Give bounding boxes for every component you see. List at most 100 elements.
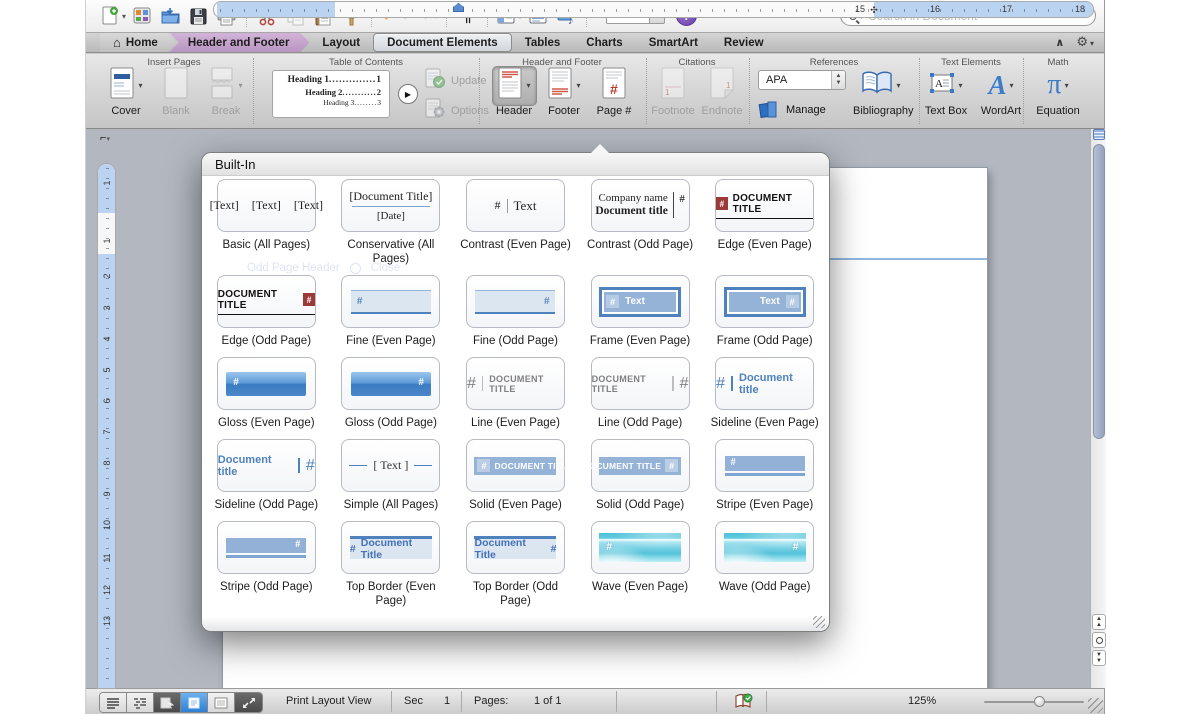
style-preview[interactable]: [ Text ] bbox=[341, 439, 440, 492]
dropdown-arrow-icon[interactable]: ▾ bbox=[1010, 81, 1014, 90]
gallery-item-line-odd-page-[interactable]: DOCUMENT TITLE#Line (Odd Page) bbox=[578, 357, 703, 439]
vertical-scrollbar[interactable]: ▲▲ ▼▼ bbox=[1090, 129, 1106, 688]
gallery-item-contrast-even-page-[interactable]: #TextContrast (Even Page) bbox=[453, 179, 578, 275]
gallery-item-wave-even-page-[interactable]: #Wave (Even Page) bbox=[578, 521, 703, 621]
style-preview[interactable]: #Text bbox=[466, 179, 565, 232]
gallery-item-fine-even-page-[interactable]: #Fine (Even Page) bbox=[329, 275, 454, 357]
style-preview[interactable]: #DOCUMENT TITLE bbox=[466, 357, 565, 410]
ribbon-break-button[interactable]: ▾Break bbox=[198, 66, 254, 117]
publishing-layout-view-button[interactable] bbox=[154, 693, 181, 712]
gallery-item-simple-all-pages-[interactable]: [ Text ]Simple (All Pages) bbox=[329, 439, 454, 521]
toc-style-preview[interactable]: Heading 1..............1Heading 2.......… bbox=[272, 70, 390, 118]
ribbon-page-number-button[interactable]: #Page # bbox=[586, 66, 642, 117]
tab-review[interactable]: Review bbox=[711, 33, 777, 52]
style-preview[interactable]: Company nameDocument title# bbox=[591, 179, 690, 232]
toc-gallery-expand-button[interactable]: ▶ bbox=[398, 84, 418, 104]
style-preview[interactable]: # bbox=[715, 439, 814, 492]
gallery-item-stripe-odd-page-[interactable]: #Stripe (Odd Page) bbox=[204, 521, 329, 621]
ribbon-text-box-button[interactable]: A▾Text Box bbox=[918, 66, 974, 117]
toc-update-button[interactable]: Update bbox=[424, 68, 486, 93]
gallery-item-edge-even-page-[interactable]: #DOCUMENT TITLEEdge (Even Page) bbox=[702, 179, 827, 275]
dropdown-arrow-icon[interactable]: ▾ bbox=[238, 81, 242, 90]
style-preview[interactable]: #Text bbox=[591, 275, 690, 328]
tab-header-and-footer[interactable]: Header and Footer bbox=[170, 33, 310, 52]
stepper-icons[interactable]: ▲▼ bbox=[831, 71, 845, 89]
style-preview[interactable]: #Document title bbox=[715, 357, 814, 410]
spelling-status-icon[interactable] bbox=[734, 693, 753, 713]
tab-document-elements[interactable]: Document Elements bbox=[373, 33, 512, 52]
split-window-handle[interactable] bbox=[1093, 129, 1105, 140]
style-preview[interactable]: DOCUMENT TITLE# bbox=[217, 275, 316, 328]
style-preview[interactable]: [Document Title][Date] bbox=[341, 179, 440, 232]
gallery-item-conservative-all-pages-[interactable]: [Document Title][Date]Conservative (All … bbox=[329, 179, 454, 275]
gallery-item-wave-odd-page-[interactable]: #Wave (Odd Page) bbox=[702, 521, 827, 621]
style-preview[interactable]: [Text][Text][Text] bbox=[217, 179, 316, 232]
tab-tables[interactable]: Tables bbox=[512, 33, 574, 52]
tab-charts[interactable]: Charts bbox=[573, 33, 635, 52]
style-preview[interactable]: # bbox=[217, 357, 316, 410]
outline-view-button[interactable] bbox=[127, 693, 154, 712]
gallery-item-gloss-even-page-[interactable]: #Gloss (Even Page) bbox=[204, 357, 329, 439]
style-preview[interactable]: DOCUMENT TITLE# bbox=[591, 439, 690, 492]
horizontal-ruler[interactable]: 15161718✣ bbox=[213, 1, 1094, 18]
gallery-item-sideline-even-page-[interactable]: #Document titleSideline (Even Page) bbox=[702, 357, 827, 439]
vertical-ruler[interactable]: 112345678910111213 bbox=[97, 163, 116, 689]
select-browse-object-button[interactable] bbox=[1092, 632, 1106, 648]
gallery-item-edge-odd-page-[interactable]: DOCUMENT TITLE#Edge (Odd Page) bbox=[204, 275, 329, 357]
gallery-item-frame-odd-page-[interactable]: Text#Frame (Odd Page) bbox=[702, 275, 827, 357]
show-gallery-button[interactable] bbox=[130, 3, 154, 29]
draft-view-button[interactable] bbox=[100, 693, 127, 712]
open-folder-button[interactable] bbox=[158, 3, 182, 29]
ribbon-cover-button[interactable]: ▾Cover bbox=[98, 66, 154, 117]
next-page-button[interactable]: ▼▼ bbox=[1092, 650, 1106, 666]
ribbon-header-button[interactable]: ▾Header bbox=[486, 66, 542, 117]
gallery-item-sideline-odd-page-[interactable]: Document title#Sideline (Odd Page) bbox=[204, 439, 329, 521]
previous-page-button[interactable]: ▲▲ bbox=[1092, 614, 1106, 630]
notebook-layout-view-button[interactable] bbox=[208, 693, 235, 712]
margin-marker-icon[interactable]: ✣ bbox=[869, 5, 879, 15]
style-preview[interactable]: Text# bbox=[715, 275, 814, 328]
ribbon-footer-button[interactable]: ▾Footer bbox=[536, 66, 592, 117]
collapse-ribbon-icon[interactable]: ∧ bbox=[1055, 36, 1064, 49]
manage-citations-button[interactable]: Manage bbox=[758, 98, 826, 121]
dropdown-arrow-icon[interactable]: ▾ bbox=[526, 81, 530, 90]
dropdown-arrow-icon[interactable]: ▾ bbox=[122, 12, 126, 21]
gallery-item-top-border-even-page-[interactable]: #Document TitleTop Border (Even Page) bbox=[329, 521, 454, 621]
tab-home[interactable]: ⌂Home bbox=[100, 33, 176, 52]
gallery-item-top-border-odd-page-[interactable]: Document Title#Top Border (Odd Page) bbox=[453, 521, 578, 621]
dropdown-arrow-icon[interactable]: ▾ bbox=[896, 81, 900, 90]
gallery-item-frame-even-page-[interactable]: #TextFrame (Even Page) bbox=[578, 275, 703, 357]
style-preview[interactable]: #DOCUMENT TITLE bbox=[466, 439, 565, 492]
gallery-item-contrast-odd-page-[interactable]: Company nameDocument title#Contrast (Odd… bbox=[578, 179, 703, 275]
tab-layout[interactable]: Layout bbox=[309, 33, 373, 52]
dropdown-arrow-icon[interactable]: ▾ bbox=[576, 81, 580, 90]
style-preview[interactable]: # bbox=[217, 521, 316, 574]
popup-resize-grip[interactable] bbox=[813, 616, 825, 628]
ribbon-footnote-button[interactable]: 1Footnote bbox=[645, 66, 701, 117]
gallery-item-gloss-odd-page-[interactable]: #Gloss (Odd Page) bbox=[329, 357, 454, 439]
style-preview[interactable]: DOCUMENT TITLE# bbox=[591, 357, 690, 410]
print-layout-view-button[interactable] bbox=[181, 693, 208, 712]
toc-options-button[interactable]: Options bbox=[424, 98, 489, 123]
ribbon-blank-button[interactable]: Blank bbox=[148, 66, 204, 117]
ribbon-settings-gear-icon[interactable]: ⚙ bbox=[1076, 34, 1088, 49]
ribbon-equation-button[interactable]: π▾Equation bbox=[1030, 66, 1086, 117]
tab-smartart[interactable]: SmartArt bbox=[636, 33, 711, 52]
style-preview[interactable]: # bbox=[715, 521, 814, 574]
style-preview[interactable]: # bbox=[341, 275, 440, 328]
zoom-slider[interactable] bbox=[984, 701, 1084, 703]
scrollbar-thumb[interactable] bbox=[1093, 144, 1105, 439]
ribbon-bibliography-button[interactable]: ▾Bibliography bbox=[853, 66, 909, 117]
ribbon-wordart-button[interactable]: A▾WordArt bbox=[973, 66, 1029, 117]
gallery-item-line-even-page-[interactable]: #DOCUMENT TITLELine (Even Page) bbox=[453, 357, 578, 439]
gallery-item-stripe-even-page-[interactable]: #Stripe (Even Page) bbox=[702, 439, 827, 521]
gallery-item-solid-odd-page-[interactable]: DOCUMENT TITLE#Solid (Odd Page) bbox=[578, 439, 703, 521]
window-resize-grip[interactable] bbox=[1088, 698, 1103, 713]
style-preview[interactable]: Document Title# bbox=[466, 521, 565, 574]
style-preview[interactable]: # bbox=[341, 357, 440, 410]
dropdown-arrow-icon[interactable]: ▾ bbox=[1065, 81, 1069, 90]
dropdown-arrow-icon[interactable]: ▾ bbox=[958, 81, 962, 90]
gallery-item-basic-all-pages-[interactable]: [Text][Text][Text]Basic (All Pages) bbox=[204, 179, 329, 275]
new-document-button[interactable]: ▾ bbox=[100, 3, 126, 29]
ribbon-endnote-button[interactable]: 1Endnote bbox=[694, 66, 750, 117]
